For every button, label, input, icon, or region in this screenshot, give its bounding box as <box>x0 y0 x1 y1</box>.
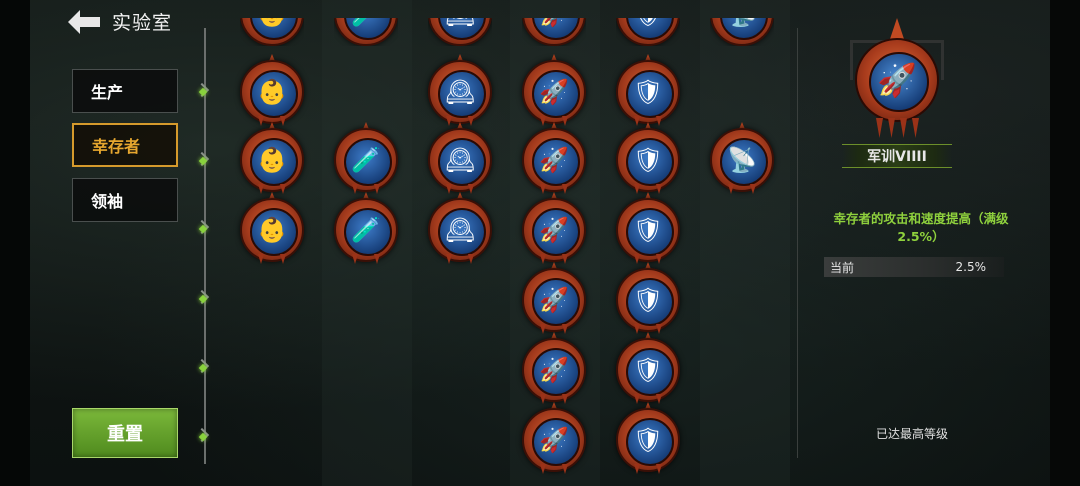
bullet-icon: 🚀 <box>522 18 586 46</box>
tier-node <box>194 289 213 308</box>
skill-shield-medkit[interactable]: 🛡 <box>616 332 680 404</box>
radar-dish-icon: 📡 <box>710 18 774 46</box>
bullet-icon: 🚀 <box>539 216 569 244</box>
skill-supply-canister[interactable]: 🧪 <box>334 122 398 194</box>
skill-bullet[interactable]: 🚀 <box>522 332 586 404</box>
stat-label: 当前 <box>830 260 855 275</box>
skill-bullet[interactable]: 🚀 <box>522 18 586 46</box>
tier-node <box>194 358 213 377</box>
reset-button[interactable]: 重置 <box>72 408 178 458</box>
pocket-watch-icon: 🕰 <box>444 146 476 174</box>
bullet-icon: 🚀 <box>539 286 569 314</box>
skill-radar-dish[interactable]: 📡 <box>710 18 774 46</box>
stat-value: 2.5% <box>955 260 987 274</box>
skill-bullet[interactable]: 🚀 <box>522 54 586 126</box>
skill-bullet[interactable]: 🚀 <box>522 402 586 474</box>
skill-bullet[interactable]: 🚀 <box>522 122 586 194</box>
bullet-icon: 🚀 <box>539 78 569 106</box>
survivor-portrait-icon: 👶 <box>257 216 287 244</box>
skill-radar-dish[interactable]: 📡 <box>710 122 774 194</box>
stat-row: 当前 2.5% <box>824 257 1004 277</box>
skill-shield-medkit[interactable]: 🛡 <box>616 54 680 126</box>
shield-medkit-icon: 🛡 <box>632 216 664 244</box>
shield-medkit-icon: 🛡 <box>632 426 664 454</box>
skill-shield-medkit[interactable]: 🛡 <box>616 262 680 334</box>
skill-supply-canister[interactable]: 🧪 <box>334 192 398 264</box>
pocket-watch-icon: 🕰 <box>444 216 476 244</box>
pocket-watch-icon: 🕰 <box>428 18 492 46</box>
skill-survivor-portrait[interactable]: 👶 <box>240 18 304 46</box>
back-arrow-icon[interactable] <box>68 10 102 34</box>
skill-pocket-watch[interactable]: 🕰 <box>428 54 492 126</box>
column-stripe <box>700 0 790 486</box>
left-edge <box>0 0 30 486</box>
supply-canister-icon: 🧪 <box>351 216 381 244</box>
pocket-watch-icon: 🕰 <box>444 78 476 106</box>
skill-supply-canister[interactable]: 🧪 <box>334 18 398 46</box>
tier-node <box>194 219 213 238</box>
skill-bullet[interactable]: 🚀 <box>522 192 586 264</box>
skill-pocket-watch[interactable]: 🕰 <box>428 18 492 46</box>
max-level-status: 已达最高等级 <box>875 427 948 441</box>
bullet-icon: 🚀 <box>877 61 917 99</box>
right-edge <box>1050 0 1080 486</box>
selected-skill-badge: 🚀 <box>850 18 944 138</box>
skill-survivor-portrait[interactable]: 👶 <box>240 122 304 194</box>
tier-node <box>194 82 213 101</box>
skill-pocket-watch[interactable]: 🕰 <box>428 192 492 264</box>
survivor-portrait-icon: 👶 <box>257 78 287 106</box>
shield-medkit-icon: 🛡 <box>632 286 664 314</box>
skill-shield-medkit[interactable]: 🛡 <box>616 192 680 264</box>
tab-leader[interactable]: 领袖 <box>72 178 178 222</box>
radar-dish-icon: 📡 <box>727 146 757 174</box>
page-title: 实验室 <box>112 12 173 34</box>
tier-node <box>194 427 213 446</box>
bullet-icon: 🚀 <box>539 356 569 384</box>
skill-shield-medkit[interactable]: 🛡 <box>616 18 680 46</box>
skill-survivor-portrait[interactable]: 👶 <box>240 192 304 264</box>
skill-shield-medkit[interactable]: 🛡 <box>616 402 680 474</box>
bullet-icon: 🚀 <box>539 146 569 174</box>
shield-medkit-icon: 🛡 <box>632 146 664 174</box>
supply-canister-icon: 🧪 <box>351 146 381 174</box>
shield-medkit-icon: 🛡 <box>632 356 664 384</box>
shield-medkit-icon: 🛡 <box>632 78 664 106</box>
bullet-icon: 🚀 <box>539 426 569 454</box>
skill-description: 幸存者的攻击和速度提高（满级 2.5%） <box>833 211 1009 244</box>
panel-divider <box>797 28 798 458</box>
tab-survivor[interactable]: 幸存者 <box>72 123 178 167</box>
skill-bullet[interactable]: 🚀 <box>522 262 586 334</box>
skill-survivor-portrait[interactable]: 👶 <box>240 54 304 126</box>
tab-production[interactable]: 生产 <box>72 69 178 113</box>
survivor-portrait-icon: 👶 <box>257 146 287 174</box>
skill-pocket-watch[interactable]: 🕰 <box>428 122 492 194</box>
skill-shield-medkit[interactable]: 🛡 <box>616 122 680 194</box>
tier-node <box>194 151 213 170</box>
supply-canister-icon: 🧪 <box>334 18 398 46</box>
shield-medkit-icon: 🛡 <box>616 18 680 46</box>
survivor-portrait-icon: 👶 <box>240 18 304 46</box>
skill-name: 军训VIIII <box>842 144 952 168</box>
